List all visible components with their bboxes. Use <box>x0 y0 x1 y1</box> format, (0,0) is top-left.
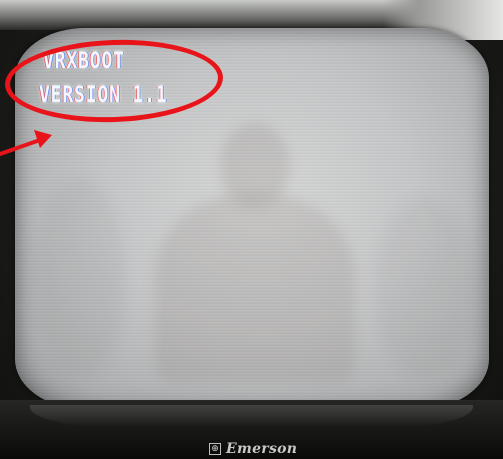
bezel-highlight <box>30 405 473 427</box>
red-arrow-icon <box>0 130 52 156</box>
brand-name: Emerson <box>226 441 298 457</box>
emerson-logo-icon: ⊕ <box>209 443 221 455</box>
tv-photo: VRXBOOT VERSION 1.1 ⊕ Emerson <box>0 0 503 459</box>
tv-brand: ⊕ Emerson <box>209 440 297 458</box>
